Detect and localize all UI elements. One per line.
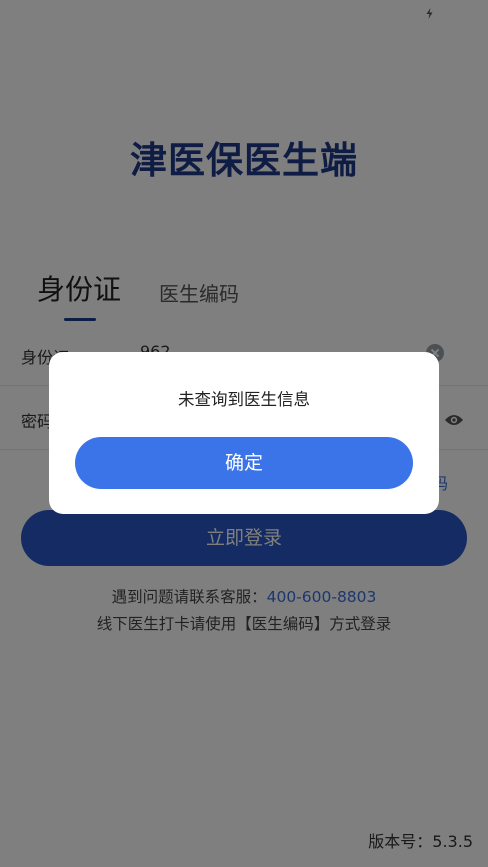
confirm-button[interactable]: 确定 (75, 437, 413, 489)
dialog-message: 未查询到医生信息 (178, 390, 310, 409)
alert-dialog: 未查询到医生信息 确定 (49, 352, 439, 514)
